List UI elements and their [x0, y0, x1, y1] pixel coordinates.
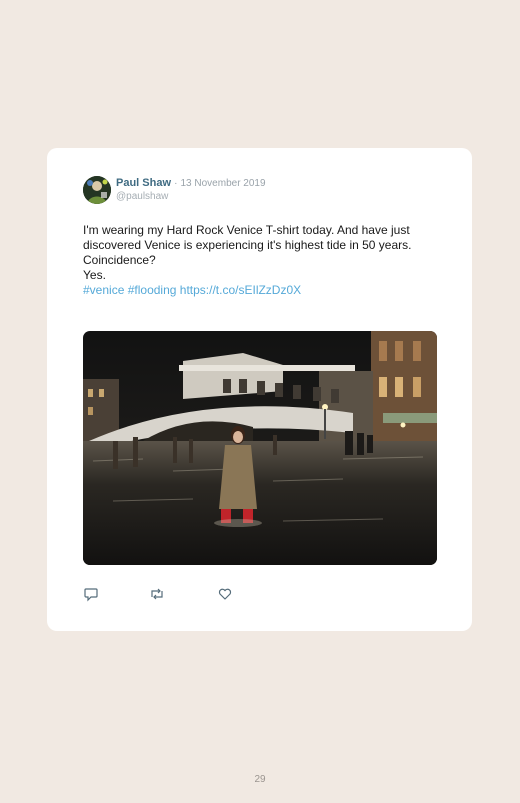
reply-icon[interactable]	[83, 586, 99, 602]
retweet-icon[interactable]	[149, 586, 165, 602]
tweet-card: Paul Shaw · 13 November 2019 @paulshaw I…	[47, 148, 472, 631]
author-line: Paul Shaw · 13 November 2019	[116, 177, 266, 190]
avatar[interactable]	[83, 176, 111, 204]
tweet-line: Yes.	[83, 268, 106, 282]
venice-flood-photo	[83, 331, 437, 565]
page-number: 29	[254, 774, 266, 785]
tweet-links: #venice #flooding https://t.co/sEIlZzDz0…	[83, 283, 443, 298]
avatar-image	[83, 176, 111, 204]
heart-icon[interactable]	[217, 586, 233, 602]
hashtag-flooding[interactable]: #flooding	[128, 283, 177, 297]
tweet-text: I'm wearing my Hard Rock Venice T-shirt …	[83, 223, 443, 298]
tweet-photo[interactable]	[83, 331, 437, 565]
tweet-link[interactable]: https://t.co/sEIlZzDz0X	[180, 283, 301, 297]
separator: ·	[174, 178, 178, 189]
tweet-date[interactable]: 13 November 2019	[181, 178, 266, 189]
author-handle[interactable]: @paulshaw	[116, 191, 168, 203]
author-name[interactable]: Paul Shaw	[116, 177, 171, 189]
hashtag-venice[interactable]: #venice	[83, 283, 124, 297]
tweet-line: I'm wearing my Hard Rock Venice T-shirt …	[83, 223, 412, 252]
tweet-line: Coincidence?	[83, 253, 156, 267]
